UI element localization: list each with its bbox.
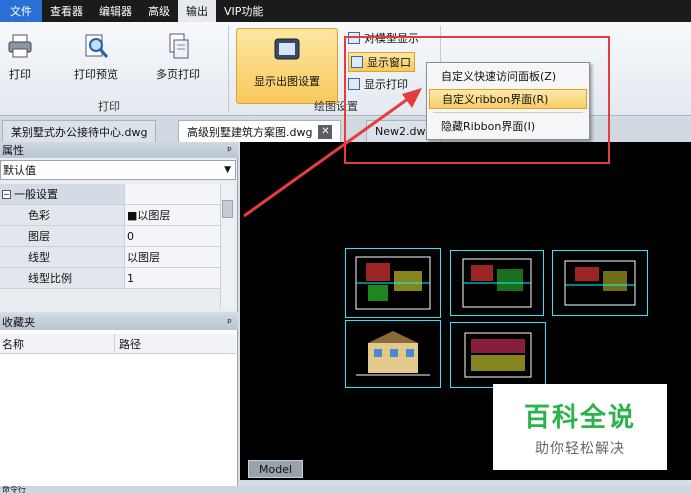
menubar: 文件 查看器 编辑器 高级 输出 VIP功能 — [0, 0, 691, 22]
preview-label: 打印预览 — [74, 68, 118, 81]
properties-scrollbar[interactable] — [220, 184, 234, 308]
property-value[interactable]: 以图层 — [125, 247, 220, 267]
display-icon — [272, 35, 302, 65]
multipage-icon — [164, 32, 192, 60]
favorites-panel: 收藏夹 ᵖ 名称 路径 — [0, 314, 238, 486]
favorites-header: 收藏夹 ᵖ — [0, 314, 238, 330]
property-value[interactable]: 1 — [125, 268, 220, 288]
command-line[interactable]: 命令行 — [0, 486, 691, 494]
drawing-sheet[interactable] — [552, 250, 648, 316]
property-row[interactable]: 线型 以图层 — [0, 247, 220, 268]
drawing-sheet[interactable] — [345, 320, 441, 388]
model-tab[interactable]: Model — [248, 460, 304, 478]
menu-editor[interactable]: 编辑器 — [91, 0, 140, 22]
property-key: 图层 — [0, 226, 125, 246]
tab-label: 某别墅式办公接待中心.dwg — [11, 125, 148, 139]
category-label: 一般设置 — [14, 188, 58, 201]
menu-customize-ribbon[interactable]: 自定义ribbon界面(R) — [429, 89, 587, 109]
property-key: 色彩 — [0, 205, 125, 225]
chevron-down-icon: ▼ — [224, 165, 231, 175]
tab-villa-office[interactable]: 某别墅式办公接待中心.dwg — [2, 120, 157, 142]
menu-customize-quick-access[interactable]: 自定义快速访问面板(Z) — [429, 66, 587, 86]
property-value[interactable]: 0 — [125, 226, 220, 246]
dropdown-value: 默认值 — [3, 164, 36, 177]
category-row[interactable]: − 一般设置 — [0, 184, 220, 205]
section-thumbnail — [464, 332, 532, 378]
properties-panel: 属性 ᵖ 默认值 ▼ − 一般设置 色彩 ■以图层 图层 0 线型 以图层 线型比… — [0, 142, 238, 312]
watermark: 百科全说 助你轻松解决 — [493, 384, 667, 470]
print-button[interactable]: 打印 — [6, 32, 34, 82]
property-row[interactable]: 图层 0 — [0, 226, 220, 247]
watermark-subtitle: 助你轻松解决 — [535, 440, 625, 457]
favorites-columns: 名称 路径 — [0, 334, 236, 354]
property-key: 线型 — [0, 247, 125, 267]
properties-header: 属性 ᵖ — [0, 142, 238, 158]
annotation-arrow — [243, 88, 422, 218]
property-key: 线型比例 — [0, 268, 125, 288]
scroll-thumb[interactable] — [222, 200, 233, 218]
property-row[interactable]: 色彩 ■以图层 — [0, 205, 220, 226]
menu-file[interactable]: 文件 — [0, 0, 42, 22]
multipage-label: 多页打印 — [156, 68, 200, 81]
column-path[interactable]: 路径 — [115, 334, 236, 353]
elevation-thumbnail — [356, 331, 430, 376]
floor-plan-thumbnail — [462, 258, 532, 308]
menu-separator — [433, 112, 583, 113]
pin-icon[interactable]: ᵖ — [227, 144, 232, 157]
properties-title: 属性 — [2, 144, 24, 157]
pin-icon[interactable]: ᵖ — [227, 316, 232, 329]
drawing-sheet[interactable] — [345, 248, 441, 318]
properties-dropdown[interactable]: 默认值 ▼ — [0, 160, 236, 180]
floor-plan-thumbnail — [355, 256, 431, 310]
property-row[interactable]: 线型比例 1 — [0, 268, 220, 289]
menu-vip[interactable]: VIP功能 — [216, 0, 271, 22]
printer-icon — [6, 32, 34, 60]
collapse-icon[interactable]: − — [2, 189, 11, 199]
menu-advanced[interactable]: 高级 — [140, 0, 178, 22]
drawing-sheet[interactable] — [450, 250, 544, 316]
favorites-title: 收藏夹 — [2, 316, 35, 329]
magnifier-icon — [82, 32, 110, 60]
menu-output[interactable]: 输出 — [178, 0, 216, 22]
ribbon-context-menu: 自定义快速访问面板(Z) 自定义ribbon界面(R) 隐藏Ribbon界面(I… — [426, 62, 590, 140]
menu-viewer[interactable]: 查看器 — [42, 0, 91, 22]
print-group-label: 打印 — [98, 100, 120, 113]
print-label: 打印 — [9, 68, 31, 81]
floor-plan-thumbnail — [564, 260, 636, 306]
watermark-title: 百科全说 — [523, 402, 636, 433]
menu-hide-ribbon[interactable]: 隐藏Ribbon界面(I) — [429, 116, 587, 136]
print-preview-button[interactable]: 打印预览 — [74, 32, 118, 82]
multipage-print-button[interactable]: 多页打印 — [156, 32, 200, 82]
property-value[interactable]: ■以图层 — [125, 205, 220, 225]
column-name[interactable]: 名称 — [0, 334, 115, 353]
ribbon-separator — [228, 26, 229, 112]
drawing-sheet[interactable] — [450, 322, 546, 388]
